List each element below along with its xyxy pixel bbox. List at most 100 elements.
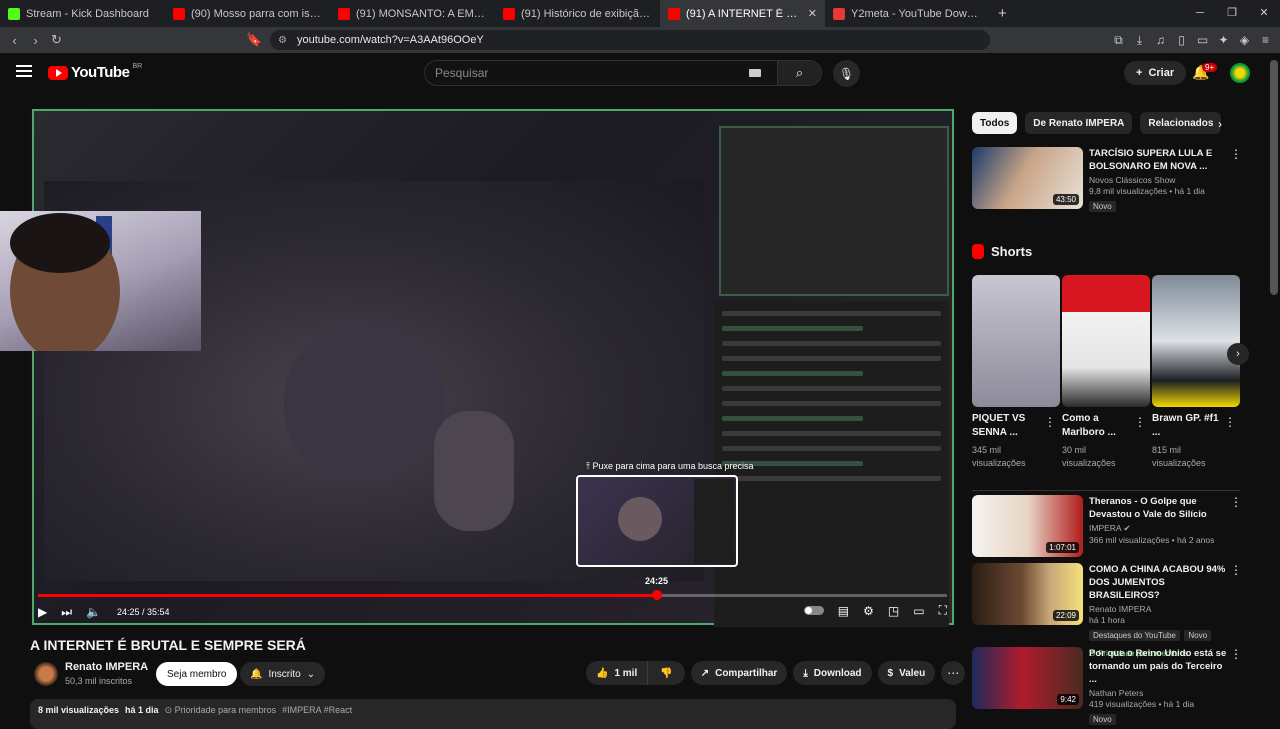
browser-tab[interactable]: (90) Mosso parra com isso não pode	[165, 0, 330, 27]
recommended-video[interactable]: 43:50 TARCÍSIO SUPERA LULA E BOLSONARO E…	[972, 147, 1252, 212]
create-button[interactable]: + Criar	[1124, 61, 1187, 85]
more-vert-icon[interactable]: ⋮	[1224, 415, 1236, 429]
forward-icon[interactable]: ›	[25, 33, 46, 48]
next-icon[interactable]: ⏭	[61, 605, 72, 620]
short-item[interactable]: Como a Marlboro ... 30 mil visualizações…	[1062, 275, 1150, 470]
more-vert-icon[interactable]: ⋮	[1230, 147, 1242, 161]
thanks-icon: $	[887, 667, 894, 679]
channel-avatar[interactable]	[34, 662, 58, 686]
page-scrollbar[interactable]	[1270, 60, 1278, 295]
fullscreen-icon[interactable]: ⛶	[939, 603, 947, 618]
search-button[interactable]: ⌕	[777, 61, 821, 85]
download-button[interactable]: ⤓ Download	[793, 661, 872, 685]
recommended-video[interactable]: 1:07:01 Theranos - O Golpe que Devastou …	[972, 495, 1252, 560]
screenshot-icon[interactable]: ⧉	[1112, 33, 1125, 48]
search-input[interactable]: Pesquisar	[425, 66, 749, 80]
stream-overlay-frame	[32, 109, 954, 627]
more-vert-icon[interactable]: ⋮	[1230, 495, 1242, 509]
more-vert-icon[interactable]: ⋮	[1230, 563, 1242, 577]
download-icon[interactable]: ⤓	[1133, 33, 1146, 48]
video-player[interactable]	[30, 107, 956, 627]
seek-hint: ⤒ Puxe para cima para uma busca precisa	[586, 461, 754, 471]
chat-line	[722, 446, 941, 451]
theater-mode-icon[interactable]: ▭	[913, 604, 924, 618]
browser-tab[interactable]: Stream - Kick Dashboard	[0, 0, 165, 27]
browser-tab[interactable]: (91) Histórico de exibição - YouTube	[495, 0, 660, 27]
account-avatar[interactable]	[1230, 63, 1250, 83]
chip-all[interactable]: Todos	[972, 112, 1018, 134]
browser-tab-active[interactable]: (91) A INTERNET É BRUTAL E SEMPRE✕	[660, 0, 825, 27]
chat-line	[722, 431, 941, 436]
dislike-button[interactable]: 👎	[648, 661, 685, 685]
youtube-play-icon	[48, 65, 68, 80]
chip-channel[interactable]: De Renato IMPERA	[1025, 112, 1133, 134]
miniplayer-icon[interactable]: ◳	[888, 604, 899, 618]
video-thumbnail[interactable]: 1:07:01	[972, 495, 1083, 557]
browser-tab[interactable]: (91) MONSANTO: A EMPRESA MAIS	[330, 0, 495, 27]
music-icon[interactable]: ♫	[1154, 33, 1167, 47]
share-button[interactable]: ↗ Compartilhar	[690, 661, 788, 685]
voice-search-button[interactable]: 🎙	[833, 60, 860, 87]
action-buttons: 👍 1 mil 👎 ↗ Compartilhar ⤓ Download $ Valeu …	[586, 661, 966, 685]
more-vert-icon[interactable]: ⋮	[1134, 415, 1146, 429]
more-vert-icon[interactable]: ⋮	[1044, 415, 1056, 429]
short-thumbnail[interactable]	[972, 275, 1060, 407]
join-button[interactable]: Seja membro	[156, 662, 238, 686]
recommended-video[interactable]: 22:09 COMO A CHINA ACABOU 94% DOS JUMENT…	[972, 563, 1252, 658]
scrubber-handle[interactable]	[652, 590, 662, 600]
more-actions-button[interactable]: ⋯	[941, 661, 966, 685]
recommended-video[interactable]: 9:42 Por que o Reino Unido está se torna…	[972, 647, 1252, 725]
menu-icon[interactable]	[16, 65, 32, 77]
restore-icon[interactable]: ❐	[1216, 0, 1248, 27]
bookmark-icon[interactable]: 🔖	[244, 32, 265, 48]
close-tab-icon[interactable]: ✕	[808, 7, 817, 20]
reactor-facecam	[0, 211, 201, 351]
wallet-icon[interactable]: ▭	[1196, 33, 1209, 47]
shield-icon[interactable]: ◈	[1238, 33, 1251, 47]
thanks-button[interactable]: $ Valeu	[877, 661, 936, 685]
channel-name[interactable]: Renato IMPERA	[65, 661, 148, 673]
video-thumbnail[interactable]: 22:09	[972, 563, 1083, 625]
reload-icon[interactable]: ↻	[46, 32, 67, 48]
shorts-next-button[interactable]: ›	[1227, 343, 1249, 365]
address-bar-row: ‹ › ↻ 🔖 ⚙ youtube.com/watch?v=A3AAt96OOe…	[0, 27, 1280, 53]
short-thumbnail[interactable]	[1152, 275, 1240, 407]
search-box[interactable]: Pesquisar ⌕	[424, 60, 822, 86]
members-priority-label: ⊙ Prioridade para membros	[164, 705, 277, 715]
url-field[interactable]: ⚙ youtube.com/watch?v=A3AAt96OOeY	[270, 30, 990, 50]
streamer-figure	[284, 321, 444, 481]
preview-time: 24:25	[645, 576, 669, 586]
player-controls: ▶ ⏭ 🔈 24:25 / 35:54 ▤ ⚙ ◳ ▭ ⛶	[38, 603, 947, 621]
volume-icon[interactable]: 🔈	[86, 605, 101, 619]
progress-fill	[38, 594, 657, 597]
hashtags[interactable]: #IMPERA #React	[282, 705, 352, 723]
description-box[interactable]: 8 mil visualizações há 1 dia ⊙ Prioridad…	[30, 699, 956, 729]
menu-icon[interactable]: ≡	[1259, 33, 1272, 47]
youtube-logo[interactable]: YouTube BR	[48, 63, 142, 81]
short-item[interactable]: PIQUET VS SENNA ... 345 mil visualizaçõe…	[972, 275, 1060, 470]
chevron-right-icon[interactable]: ›	[1218, 117, 1222, 131]
back-icon[interactable]: ‹	[4, 33, 25, 48]
video-thumbnail[interactable]: 9:42	[972, 647, 1083, 709]
sidebar-icon[interactable]: ▯	[1175, 33, 1188, 47]
site-info-icon[interactable]: ⚙	[278, 35, 287, 46]
settings-icon[interactable]: ⚙	[863, 604, 874, 618]
play-icon[interactable]: ▶	[38, 605, 47, 619]
browser-tab[interactable]: Y2meta - YouTube Downloader | Dow	[825, 0, 990, 27]
autoplay-toggle[interactable]	[803, 606, 824, 615]
more-vert-icon[interactable]: ⋮	[1230, 647, 1242, 661]
chip-related[interactable]: Relacionados	[1140, 112, 1222, 134]
short-item[interactable]: Brawn GP. #f1 ... 815 mil visualizações …	[1152, 275, 1240, 470]
close-window-icon[interactable]: ✕	[1248, 0, 1280, 27]
ai-icon[interactable]: ✦	[1217, 33, 1230, 47]
minimize-icon[interactable]: ─	[1184, 0, 1216, 27]
subtitles-icon[interactable]: ▤	[838, 604, 849, 618]
chat-line	[722, 311, 941, 316]
video-thumbnail[interactable]: 43:50	[972, 147, 1083, 209]
like-button[interactable]: 👍 1 mil	[586, 661, 649, 685]
subscribed-button[interactable]: 🔔 Inscrito ⌄	[240, 662, 326, 686]
progress-bar[interactable]	[38, 594, 947, 597]
keyboard-icon[interactable]	[749, 69, 761, 77]
new-tab-icon[interactable]: +	[990, 5, 1015, 22]
short-thumbnail[interactable]	[1062, 275, 1150, 407]
